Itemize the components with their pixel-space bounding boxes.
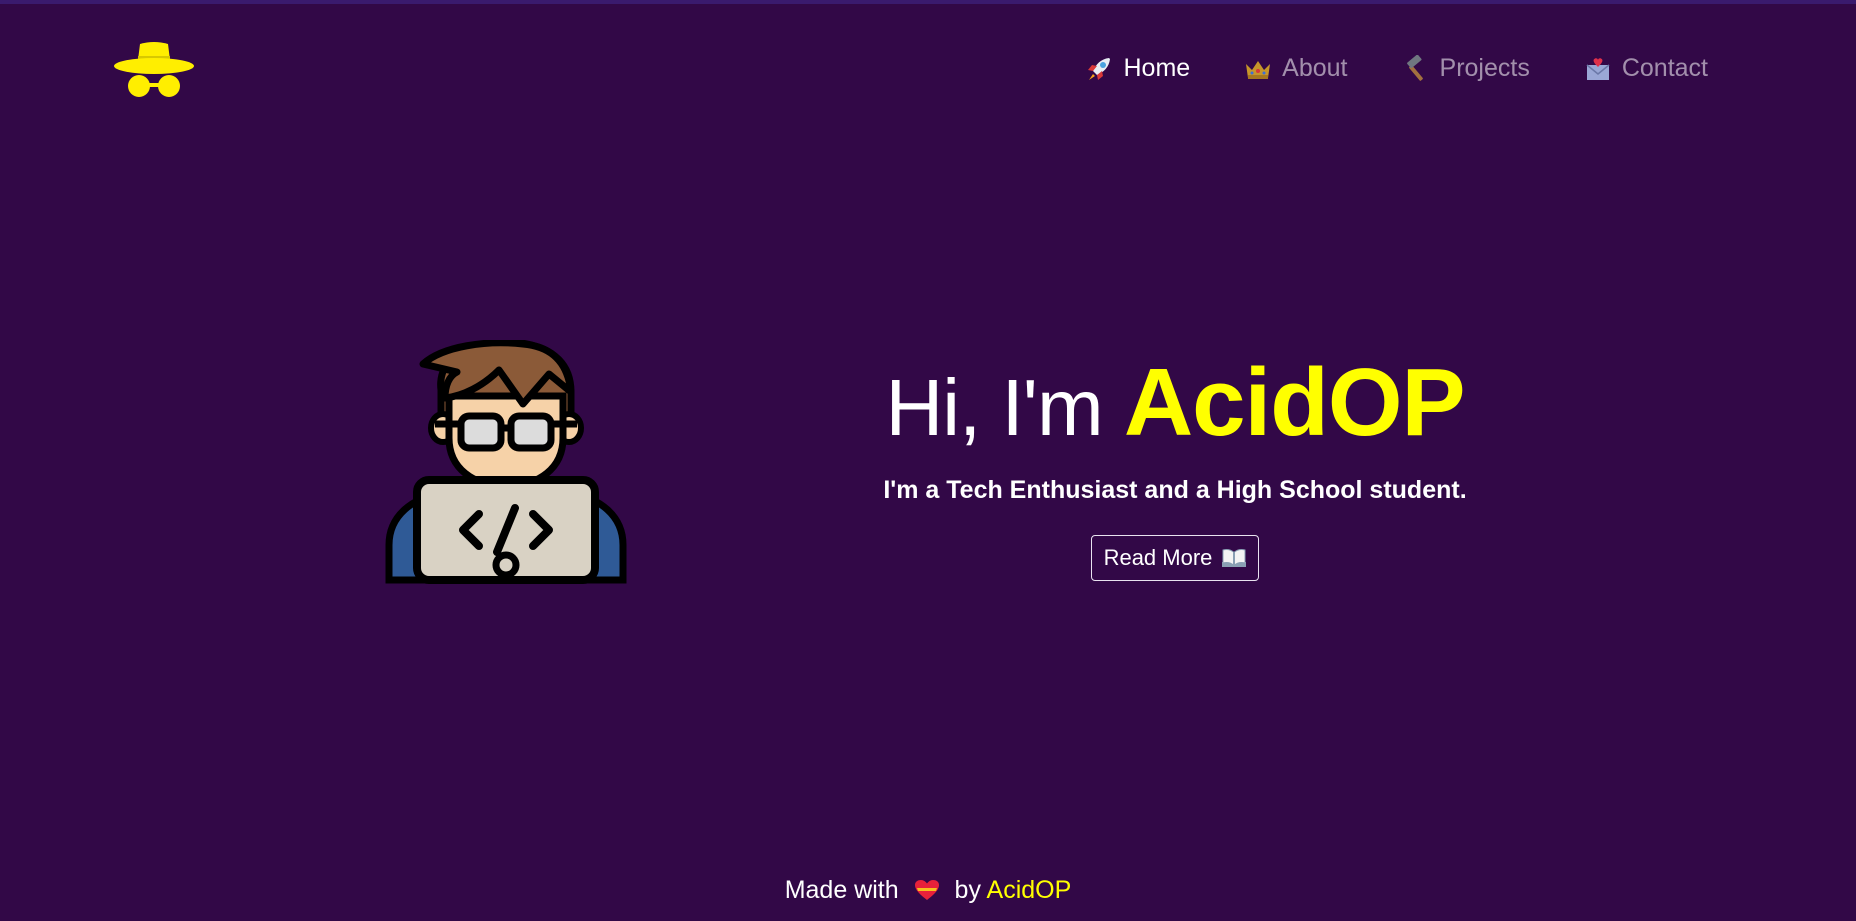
logo-icon[interactable] <box>114 40 194 102</box>
nav-item-contact[interactable]: Contact <box>1584 54 1708 83</box>
footer: Made with by AcidOP <box>0 876 1856 905</box>
nav-item-label: Home <box>1123 54 1191 82</box>
hero-title: Hi, I'm AcidOP <box>860 350 1490 456</box>
love-letter-icon <box>1586 57 1610 80</box>
nav-item-label: Projects <box>1439 54 1530 82</box>
hammer-icon <box>1406 54 1423 81</box>
developer-with-laptop-icon <box>385 340 627 584</box>
nav-item-label: Contact <box>1621 54 1708 82</box>
footer-prefix: Made with <box>784 876 899 904</box>
hero-name: AcidOP <box>1123 349 1466 456</box>
read-more-label: Read More <box>1103 544 1213 570</box>
hero-greeting: Hi, I'm <box>885 363 1103 452</box>
main-nav: Home About Projects Contact <box>1085 54 1708 83</box>
read-more-button[interactable]: Read More <box>1090 534 1260 581</box>
hero-section: Hi, I'm AcidOP I'm a Tech Enthusiast and… <box>860 350 1490 581</box>
rocket-icon <box>1088 57 1111 80</box>
nav-item-home[interactable]: Home <box>1085 54 1190 83</box>
nav-item-projects[interactable]: Projects <box>1402 54 1530 83</box>
nav-item-label: About <box>1282 54 1348 82</box>
nav-item-about[interactable]: About <box>1244 54 1348 83</box>
hero-subtitle: I'm a Tech Enthusiast and a High School … <box>883 475 1467 504</box>
top-border <box>0 0 1856 4</box>
crown-icon <box>1246 60 1271 79</box>
footer-author-link[interactable]: AcidOP <box>987 876 1072 904</box>
heart-icon <box>914 880 939 900</box>
footer-by: by <box>954 876 981 904</box>
open-book-icon <box>1222 548 1247 567</box>
